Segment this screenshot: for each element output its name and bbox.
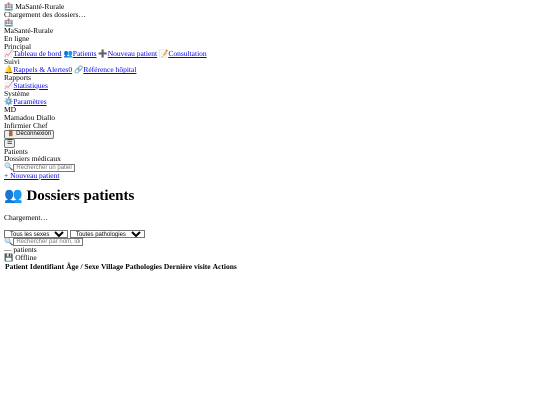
column-header-identifier: Identifiant [29,261,65,271]
patient-search-row: 🔍 [4,237,540,246]
floppy-disk-icon: 💾 [4,252,14,262]
sidebar-item-new-patient[interactable]: ➕Nouveau patient [98,49,157,58]
link-icon: 🔗 [73,65,84,75]
column-header-pathologies: Pathologies [125,261,162,271]
nav-section-rapports: Rapports [4,73,32,83]
plus-icon: ➕ [98,49,108,59]
people-icon: 👥 [4,187,23,204]
sidebar-item-referral[interactable]: 🔗Référence hôpital [74,65,136,74]
sidebar-item-patients[interactable]: 👥Patients [63,49,96,58]
pathology-filter-select[interactable]: Toutes pathologies [69,229,145,238]
column-header-actions: Actions [212,261,237,271]
user-role: Infirmier Chef [4,120,48,130]
offline-status: 💾 Offline [4,252,37,262]
connection-status: En ligne [4,33,30,43]
topbar-new-patient-row: + Nouveau patient [4,171,540,180]
topbar: ☰ Patients Dossiers médicaux 🔍 + Nouveau… [4,138,540,180]
topbar-title: Patients [4,146,28,156]
topbar-subtitle: Dossiers médicaux [4,154,61,164]
menu-row: ☰ [4,138,540,148]
logout-row: 🚪 Déconnexion [4,129,540,139]
user-name: Mamadou Diallo [4,112,56,122]
logout-button[interactable]: 🚪 Déconnexion [4,129,55,139]
column-header-patient: Patient [5,261,28,271]
filter-row: Tous les sexes Toutes pathologies [4,229,540,238]
table-header-row: Patient Identifiant Âge / Sexe Village P… [4,261,238,271]
sidebar: 🏥 MaSanté-Rurale Chargement des dossiers… [4,3,540,139]
page-title: 👥 Dossiers patients [4,187,135,204]
new-patient-link[interactable]: + Nouveau patient [4,171,59,180]
door-icon: 🚪 [7,130,15,137]
reminders-count-badge: 0 [68,65,73,75]
brand-name: MaSanté-Rurale [4,25,54,35]
hospital-icon: 🏥 [4,17,14,27]
nav-section-systeme: Système [4,88,30,98]
page: 🏥 MaSanté-Rurale Chargement des dossiers… [0,0,540,271]
topbar-search: 🔍 [4,163,540,172]
nav-row-suivi: 🔔Rappels & Alertes0 🔗Référence hôpital [4,66,540,74]
nav-row-principal: 📈Tableau de bord 👥Patients ➕Nouveau pati… [4,50,540,58]
nav-row-systeme: ⚙️Paramètres [4,97,540,106]
sex-filter-select[interactable]: Tous les sexes [4,229,68,238]
column-header-age-sex: Âge / Sexe [66,261,100,271]
patients-table: Patient Identifiant Âge / Sexe Village P… [4,261,238,271]
avatar: MD [4,104,17,114]
nav-row-rapports: 📈Statistiques [4,82,540,90]
sidebar-item-consultation[interactable]: 📝Consultation [159,49,207,58]
patient-count: — patients [4,244,37,254]
people-icon: 👥 [63,49,73,59]
sidebar-loading-text: Chargement des dossiers… [4,9,86,19]
main-content: 👥 Dossiers patients Chargement… Tous les… [4,188,540,271]
memo-icon: 📝 [158,49,169,59]
column-header-village: Village [101,261,124,271]
main-loading-text: Chargement… [4,212,49,222]
column-header-last-visit: Dernière visite [163,261,211,271]
